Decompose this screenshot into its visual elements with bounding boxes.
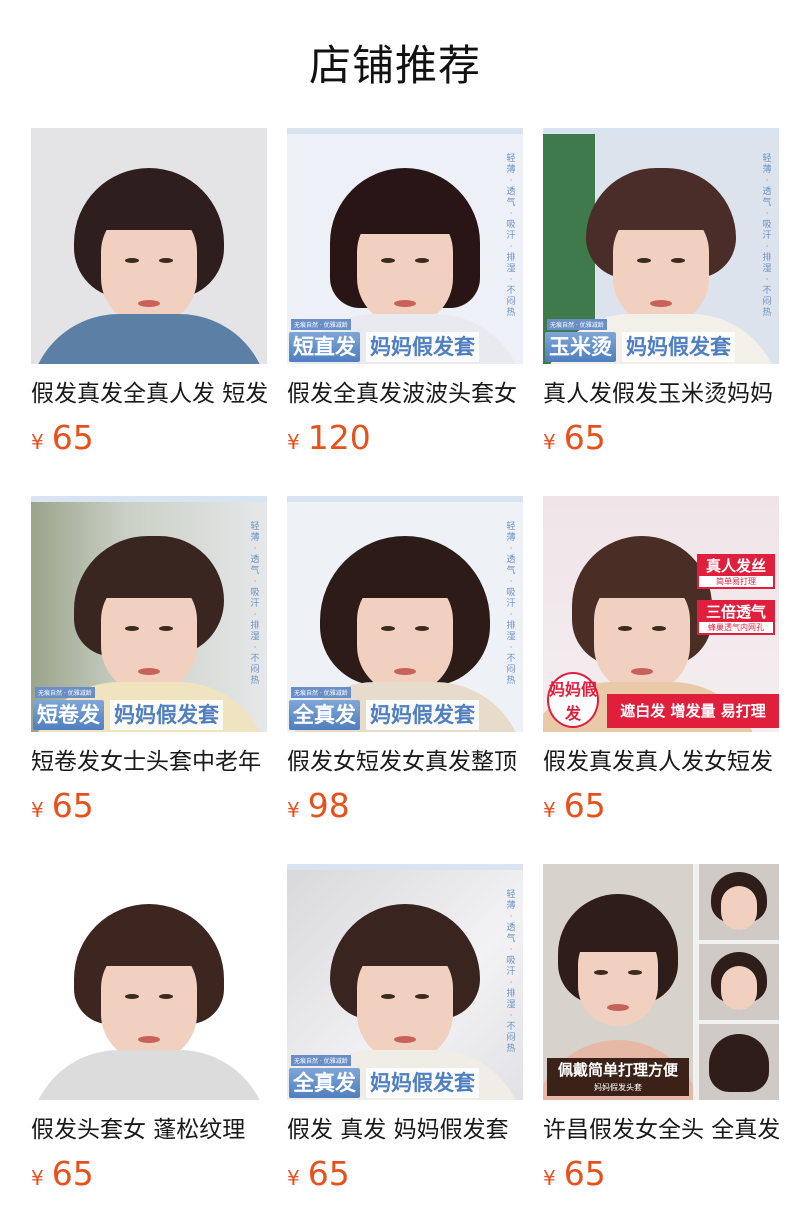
product-price: ¥ 65 <box>31 1154 267 1194</box>
currency-symbol: ¥ <box>543 798 556 822</box>
price-value: 65 <box>563 418 606 457</box>
banner-category-label: 妈妈假发套 <box>366 332 479 362</box>
feature-note: 轻薄 · 透气 · 吸汗 · 排湿 · 不闷热 <box>506 890 516 1054</box>
price-value: 65 <box>563 1154 606 1193</box>
product-price: ¥ 65 <box>31 786 267 826</box>
angle-photo <box>699 1024 779 1100</box>
product-title[interactable]: 假发 真发 妈妈假发套 <box>287 1114 523 1146</box>
price-value: 65 <box>563 786 606 825</box>
product-banner: 短直发 妈妈假发套 <box>287 322 523 364</box>
product-card[interactable]: 轻薄 · 透气 · 吸汗 · 排湿 · 不闷热 无痕自然 · 优雅减龄 玉米烫 … <box>543 128 779 496</box>
product-card[interactable]: 假发头套女 蓬松纹理 ¥ 65 <box>31 864 267 1232</box>
product-image[interactable] <box>31 128 267 364</box>
price-value: 120 <box>307 418 371 457</box>
caption-sub: 妈妈假发头套 <box>594 1083 642 1092</box>
feature-note: 轻薄 · 透气 · 吸汗 · 排湿 · 不闷热 <box>506 154 516 318</box>
product-card[interactable]: 假发真发全真人发 短发 ¥ 65 <box>31 128 267 496</box>
banner-style-label: 玉米烫 <box>545 332 616 362</box>
product-price: ¥ 65 <box>543 786 779 826</box>
product-image[interactable]: 轻薄 · 透气 · 吸汗 · 排湿 · 不闷热 无痕自然 · 优雅减龄 短卷发 … <box>31 496 267 732</box>
price-value: 65 <box>51 786 94 825</box>
currency-symbol: ¥ <box>31 430 44 454</box>
banner-style-label: 短卷发 <box>33 700 104 730</box>
product-price: ¥ 65 <box>543 418 779 458</box>
image-caption: 佩戴简单打理方便 妈妈假发头套 <box>547 1058 689 1096</box>
product-price: ¥ 65 <box>287 1154 523 1194</box>
caption-main: 佩戴简单打理方便 <box>557 1061 678 1079</box>
banner-style-label: 短直发 <box>289 332 360 362</box>
category-circle-badge: 妈妈假发 <box>547 672 599 728</box>
currency-symbol: ¥ <box>287 430 300 454</box>
product-title[interactable]: 假发女短发女真发整顶 <box>287 746 523 778</box>
badge-subtitle: 简单易打理 <box>716 577 756 586</box>
product-card[interactable]: 轻薄 · 透气 · 吸汗 · 排湿 · 不闷热 无痕自然 · 优雅减龄 全真发 … <box>287 496 523 864</box>
product-card[interactable]: 轻薄 · 透气 · 吸汗 · 排湿 · 不闷热 无痕自然 · 优雅减龄 短卷发 … <box>31 496 267 864</box>
banner-style-label: 全真发 <box>289 1068 360 1098</box>
product-price: ¥ 65 <box>31 418 267 458</box>
product-title[interactable]: 真人发假发玉米烫妈妈 <box>543 378 779 410</box>
feature-note: 轻薄 · 透气 · 吸汗 · 排湿 · 不闷热 <box>250 522 260 686</box>
product-image[interactable]: 真人发丝 简单易打理 三倍透气 蜂巢透气内网孔 妈妈假发 遮白发 增发量 易打理 <box>543 496 779 732</box>
badge-subtitle: 蜂巢透气内网孔 <box>708 623 764 632</box>
price-value: 65 <box>51 1154 94 1193</box>
badge-title: 三倍透气 <box>699 602 773 622</box>
product-title[interactable]: 假发全真发波波头套女 <box>287 378 523 410</box>
product-banner: 玉米烫 妈妈假发套 <box>543 322 779 364</box>
banner-category-label: 妈妈假发套 <box>366 1068 479 1098</box>
product-title[interactable]: 许昌假发女全头 全真发 <box>543 1114 779 1146</box>
product-banner: 全真发 妈妈假发套 <box>287 690 523 732</box>
product-image[interactable]: 轻薄 · 透气 · 吸汗 · 排湿 · 不闷热 无痕自然 · 优雅减龄 玉米烫 … <box>543 128 779 364</box>
currency-symbol: ¥ <box>31 798 44 822</box>
product-card[interactable]: 轻薄 · 透气 · 吸汗 · 排湿 · 不闷热 无痕自然 · 优雅减龄 全真发 … <box>287 864 523 1232</box>
currency-symbol: ¥ <box>543 1166 556 1190</box>
product-image[interactable]: 轻薄 · 透气 · 吸汗 · 排湿 · 不闷热 无痕自然 · 优雅减龄 全真发 … <box>287 496 523 732</box>
feature-badge: 三倍透气 蜂巢透气内网孔 <box>697 600 775 635</box>
product-card[interactable]: 真人发丝 简单易打理 三倍透气 蜂巢透气内网孔 妈妈假发 遮白发 增发量 易打理… <box>543 496 779 864</box>
angle-photo <box>699 944 779 1020</box>
page-title: 店铺推荐 <box>308 41 481 90</box>
currency-symbol: ¥ <box>31 1166 44 1190</box>
product-price: ¥ 98 <box>287 786 523 826</box>
product-price: ¥ 65 <box>543 1154 779 1194</box>
banner-category-label: 妈妈假发套 <box>366 700 479 730</box>
angle-photos <box>699 864 779 1100</box>
currency-symbol: ¥ <box>287 1166 300 1190</box>
product-grid: 假发真发全真人发 短发 ¥ 65 轻薄 · 透气 · 吸汗 · 排湿 · 不闷热… <box>31 128 779 1232</box>
price-value: 98 <box>307 786 350 825</box>
product-row: 假发真发全真人发 短发 ¥ 65 轻薄 · 透气 · 吸汗 · 排湿 · 不闷热… <box>31 128 779 496</box>
product-title[interactable]: 短卷发女士头套中老年 <box>31 746 267 778</box>
currency-symbol: ¥ <box>543 430 556 454</box>
price-value: 65 <box>307 1154 350 1193</box>
product-image[interactable] <box>31 864 267 1100</box>
product-banner: 全真发 妈妈假发套 <box>287 1058 523 1100</box>
badge-title: 真人发丝 <box>699 556 773 576</box>
product-card[interactable]: 佩戴简单打理方便 妈妈假发头套 许昌假发女全头 全真发 ¥ 65 <box>543 864 779 1232</box>
price-value: 65 <box>51 418 94 457</box>
product-card[interactable]: 轻薄 · 透气 · 吸汗 · 排湿 · 不闷热 无痕自然 · 优雅减龄 短直发 … <box>287 128 523 496</box>
product-image[interactable]: 轻薄 · 透气 · 吸汗 · 排湿 · 不闷热 无痕自然 · 优雅减龄 短直发 … <box>287 128 523 364</box>
product-row: 假发头套女 蓬松纹理 ¥ 65 轻薄 · 透气 · 吸汗 · 排湿 · 不闷热 … <box>31 864 779 1232</box>
product-row: 轻薄 · 透气 · 吸汗 · 排湿 · 不闷热 无痕自然 · 优雅减龄 短卷发 … <box>31 496 779 864</box>
banner-category-label: 妈妈假发套 <box>110 700 223 730</box>
product-banner: 短卷发 妈妈假发套 <box>31 690 267 732</box>
feature-note: 轻薄 · 透气 · 吸汗 · 排湿 · 不闷热 <box>506 522 516 686</box>
banner-category-label: 妈妈假发套 <box>622 332 735 362</box>
currency-symbol: ¥ <box>287 798 300 822</box>
product-title[interactable]: 假发真发真人发女短发 <box>543 746 779 778</box>
feature-badge: 真人发丝 简单易打理 <box>697 554 775 589</box>
product-price: ¥ 120 <box>287 418 523 458</box>
angle-photo <box>699 864 779 940</box>
feature-bar: 遮白发 增发量 易打理 <box>607 694 779 728</box>
banner-style-label: 全真发 <box>289 700 360 730</box>
product-image[interactable]: 轻薄 · 透气 · 吸汗 · 排湿 · 不闷热 无痕自然 · 优雅减龄 全真发 … <box>287 864 523 1100</box>
product-title[interactable]: 假发真发全真人发 短发 <box>31 378 267 410</box>
feature-note: 轻薄 · 透气 · 吸汗 · 排湿 · 不闷热 <box>762 154 772 318</box>
product-image[interactable]: 佩戴简单打理方便 妈妈假发头套 <box>543 864 779 1100</box>
product-title[interactable]: 假发头套女 蓬松纹理 <box>31 1114 267 1146</box>
